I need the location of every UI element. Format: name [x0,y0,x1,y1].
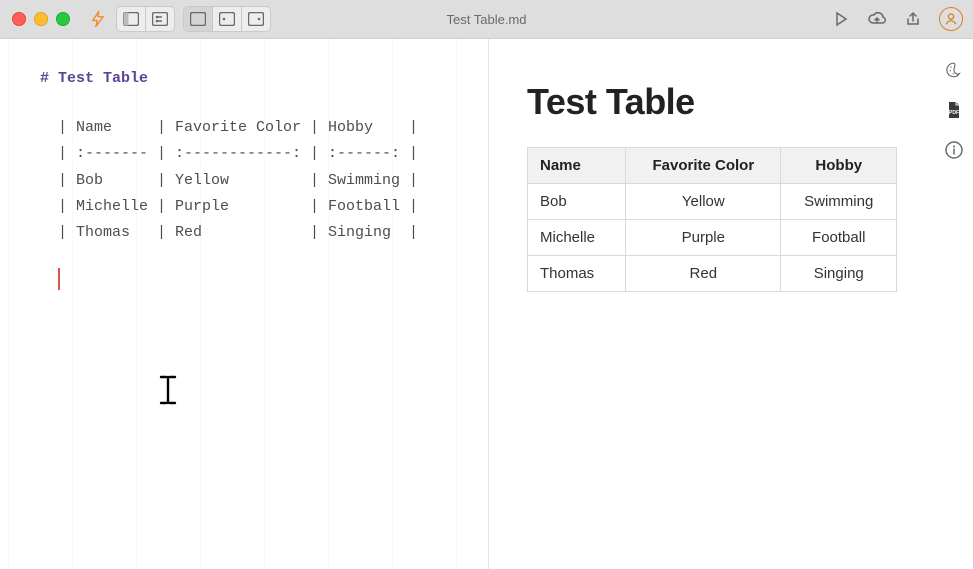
table-header-cell: Favorite Color [626,148,781,184]
text-cursor [58,268,470,290]
cloud-upload-icon[interactable] [867,11,887,27]
preview-table: Name Favorite Color Hobby Bob Yellow Swi… [527,147,897,292]
editor-view-button[interactable] [184,7,212,31]
table-header-row: Name Favorite Color Hobby [528,148,897,184]
editor-line: | :------- | :------------: | :------: | [40,141,470,167]
table-cell: Michelle [528,220,626,256]
editor-line: | Michelle | Purple | Football | [40,194,470,220]
view-mode-group [183,6,271,32]
sidebar-panel-button[interactable] [117,7,145,31]
split-view-button[interactable] [212,7,241,31]
info-icon[interactable] [945,141,963,159]
table-cell: Thomas [528,256,626,292]
preview-pane: Test Table Name Favorite Color Hobby Bob… [489,39,935,569]
share-icon[interactable] [905,11,921,27]
table-header-cell: Name [528,148,626,184]
table-cell: Red [626,256,781,292]
table-header-cell: Hobby [781,148,897,184]
account-avatar[interactable] [939,7,963,31]
i-beam-cursor-icon [158,375,178,405]
table-cell: Purple [626,220,781,256]
workspace: # Test Table | Name | Favorite Color | H… [0,39,973,569]
run-icon[interactable] [833,11,849,27]
editor-heading-line: # Test Table [40,67,470,91]
table-cell: Football [781,220,897,256]
editor-line: | Thomas | Red | Singing | [40,220,470,246]
minimize-window-button[interactable] [34,12,48,26]
close-window-button[interactable] [12,12,26,26]
window-controls [12,12,70,26]
table-row: Thomas Red Singing [528,256,897,292]
editor-line: | Name | Favorite Color | Hobby | [40,115,470,141]
preview-heading: Test Table [527,81,897,123]
right-tool-strip: PDF [935,39,973,569]
table-cell: Swimming [781,184,897,220]
table-cell: Yellow [626,184,781,220]
theme-icon[interactable] [945,61,963,79]
table-cell: Singing [781,256,897,292]
titlebar: Test Table.md [0,0,973,39]
editor-pane[interactable]: # Test Table | Name | Favorite Color | H… [0,39,488,569]
preview-view-button[interactable] [241,7,270,31]
sidebar-toggle-group [116,6,175,32]
bolt-icon[interactable] [88,9,108,29]
export-pdf-icon[interactable]: PDF [946,101,962,119]
table-cell: Bob [528,184,626,220]
editor-line: | Bob | Yellow | Swimming | [40,168,470,194]
table-row: Michelle Purple Football [528,220,897,256]
outline-panel-button[interactable] [145,7,174,31]
fullscreen-window-button[interactable] [56,12,70,26]
table-row: Bob Yellow Swimming [528,184,897,220]
svg-text:PDF: PDF [949,110,959,116]
